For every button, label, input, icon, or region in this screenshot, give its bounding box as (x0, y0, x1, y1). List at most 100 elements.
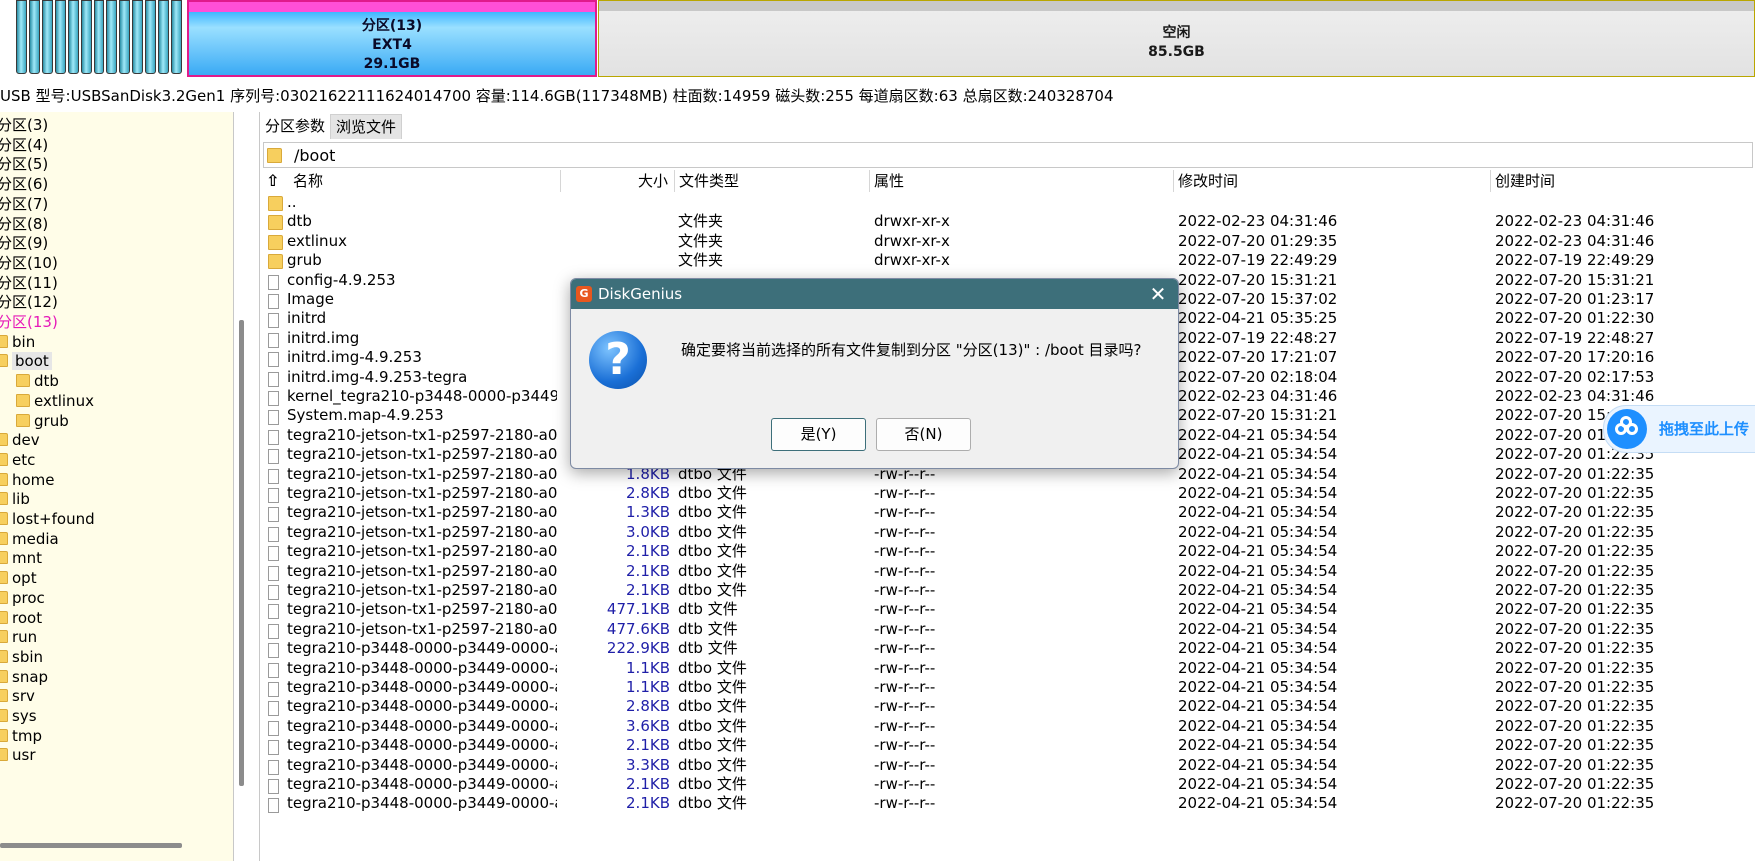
table-row[interactable]: tegra210-jetson-tx1-p2597-2180-a01-... 2.… (260, 483, 1755, 504)
tree-item[interactable]: srv (0, 685, 35, 707)
folder-icon (0, 354, 8, 368)
tree-item[interactable]: sbin (0, 646, 43, 668)
partition-stripe[interactable] (54, 0, 66, 74)
tree-item[interactable]: home (0, 469, 55, 491)
table-row[interactable]: dtb 文件夹 drwxr-xr-x 2022-02-23 04:31:46 2022-… (260, 211, 1755, 232)
tree-item-label: mnt (12, 549, 42, 568)
tree-item[interactable]: grub (16, 410, 69, 432)
tree-item[interactable]: sys (0, 705, 37, 727)
column-header-name[interactable]: 名称 (287, 170, 561, 192)
tree-horizontal-scrollbar[interactable] (0, 843, 182, 848)
tree-item[interactable]: 分区(11) (0, 272, 58, 294)
table-row[interactable]: extlinux 文件夹 drwxr-xr-x 2022-07-20 01:29:35… (260, 231, 1755, 252)
column-header-type[interactable]: 文件类型 (675, 170, 870, 192)
file-modified: 2022-04-21 05:34:54 (1178, 484, 1338, 502)
tree-item[interactable]: etc (0, 449, 35, 471)
partition-stripe[interactable] (16, 0, 27, 74)
table-row[interactable]: tegra210-p3448-0000-p3449-0000-a0... 1.1K… (260, 658, 1755, 679)
table-row[interactable]: tegra210-p3448-0000-p3449-0000-a0... 2.1K… (260, 793, 1755, 814)
free-space-block[interactable]: 空闲 85.5GB (598, 0, 1755, 77)
table-row[interactable]: tegra210-p3448-0000-p3449-0000-a0... 1.1K… (260, 677, 1755, 698)
tree-item[interactable]: 分区(13) (0, 311, 58, 333)
file-modified: 2022-04-21 05:34:54 (1178, 581, 1338, 599)
tree-item[interactable]: 分区(8) (0, 213, 48, 235)
tree-item[interactable]: tmp (0, 725, 42, 747)
table-row[interactable]: tegra210-jetson-tx1-p2597-2180-a02-... 47… (260, 619, 1755, 640)
partition-13-block[interactable]: 分区(13) EXT4 29.1GB (187, 0, 597, 77)
tree-item[interactable]: root (0, 607, 42, 629)
up-arrow-icon[interactable]: ⇧ (266, 172, 282, 190)
tree-item[interactable]: proc (0, 587, 45, 609)
partition-stripe[interactable] (41, 0, 53, 74)
column-header-size[interactable]: 大小 (561, 170, 675, 192)
table-row[interactable]: tegra210-p3448-0000-p3449-0000-a0... 3.3K… (260, 755, 1755, 776)
file-name: initrd.img (287, 328, 360, 347)
tree-item[interactable]: media (0, 528, 59, 550)
partition-stripe[interactable] (80, 0, 92, 74)
table-row[interactable]: tegra210-jetson-tx1-p2597-2180-a01-... 2.… (260, 541, 1755, 562)
column-header-modified[interactable]: 修改时间 (1174, 170, 1491, 192)
yes-button[interactable]: 是(Y) (771, 418, 866, 451)
partition-stripe[interactable] (132, 0, 144, 74)
tree-item[interactable]: 分区(4) (0, 134, 48, 156)
tree-item[interactable]: extlinux (16, 390, 94, 412)
dialog-title-bar[interactable]: G DiskGenius ✕ (571, 279, 1178, 309)
partition-stripe[interactable] (93, 0, 105, 74)
tree-item[interactable]: dtb (16, 370, 59, 392)
file-shape (268, 740, 279, 756)
tree-item[interactable]: 分区(9) (0, 232, 48, 254)
table-row[interactable]: grub 文件夹 drwxr-xr-x 2022-07-19 22:49:29 2022… (260, 250, 1755, 271)
table-row[interactable]: tegra210-jetson-tx1-p2597-2180-a01-... 47… (260, 599, 1755, 620)
tree-vertical-scrollbar[interactable] (239, 320, 244, 786)
upload-drop-widget[interactable]: 拖拽至此上传 (1603, 405, 1755, 453)
tree-item[interactable]: lost+found (0, 508, 95, 530)
partition-stripe[interactable] (158, 0, 170, 74)
tab-partition-params[interactable]: 分区参数 (260, 114, 330, 138)
column-header-created[interactable]: 创建时间 (1491, 170, 1755, 192)
table-row[interactable]: tegra210-p3448-0000-p3449-0000-a0... 2.8K… (260, 696, 1755, 717)
file-modified: 2022-04-21 05:34:54 (1178, 445, 1338, 464)
tree-item[interactable]: dev (0, 429, 40, 451)
table-row[interactable]: tegra210-jetson-tx1-p2597-2180-a01-... 2.… (260, 580, 1755, 601)
tab-browse-files[interactable]: 浏览文件 (330, 114, 403, 139)
partition-stripe[interactable] (106, 0, 118, 74)
column-header-attr[interactable]: 属性 (870, 170, 1174, 192)
tree-item[interactable]: boot (0, 350, 52, 372)
tree-item[interactable]: 分区(6) (0, 173, 48, 195)
tree-item[interactable]: opt (0, 567, 37, 589)
file-attr: -rw-r--r-- (874, 736, 936, 755)
file-created: 2022-07-20 01:22:35 (1495, 775, 1655, 793)
close-icon[interactable]: ✕ (1148, 283, 1168, 305)
table-row[interactable]: tegra210-p3448-0000-p3449-0000-a0... 2.1K… (260, 735, 1755, 756)
tree-item[interactable]: run (0, 626, 37, 648)
tree-item[interactable]: 分区(10) (0, 252, 58, 274)
path-bar[interactable]: /boot (263, 142, 1753, 168)
tree-item[interactable]: 分区(12) (0, 291, 58, 313)
table-row[interactable]: tegra210-p3448-0000-p3449-0000-a0... 2.1K… (260, 774, 1755, 795)
tree-item[interactable]: usr (0, 744, 36, 766)
partition-stripe[interactable] (119, 0, 131, 74)
table-row[interactable]: tegra210-p3448-0000-p3449-0000-a0... 222.… (260, 638, 1755, 659)
table-row[interactable]: .. (260, 192, 1755, 213)
table-row[interactable]: tegra210-jetson-tx1-p2597-2180-a01-... 1.… (260, 502, 1755, 523)
partition-stripe[interactable] (67, 0, 79, 74)
tree-item[interactable]: mnt (0, 547, 42, 569)
partition-stripe[interactable] (28, 0, 40, 74)
tree-item[interactable]: lib (0, 488, 30, 510)
folder-icon (0, 334, 8, 348)
tree-item[interactable]: snap (0, 666, 48, 688)
partition-stripes[interactable] (16, 0, 184, 78)
table-row[interactable]: tegra210-jetson-tx1-p2597-2180-a01-... 3.… (260, 522, 1755, 543)
tree-item[interactable]: 分区(3) (0, 114, 48, 136)
file-created: 2022-07-20 02:17:53 (1495, 367, 1655, 386)
no-button[interactable]: 否(N) (876, 418, 971, 451)
table-row[interactable]: tegra210-jetson-tx1-p2597-2180-a01-... 2.… (260, 561, 1755, 582)
file-type: dtbo 文件 (678, 736, 747, 755)
tree-item[interactable]: 分区(5) (0, 153, 48, 175)
tree-item[interactable]: bin (0, 331, 35, 353)
tree-item[interactable]: 分区(7) (0, 193, 48, 215)
table-row[interactable]: tegra210-p3448-0000-p3449-0000-a0... 3.6K… (260, 716, 1755, 737)
tree-item-label: dev (12, 431, 40, 450)
partition-stripe[interactable] (171, 0, 182, 74)
partition-stripe[interactable] (145, 0, 157, 74)
